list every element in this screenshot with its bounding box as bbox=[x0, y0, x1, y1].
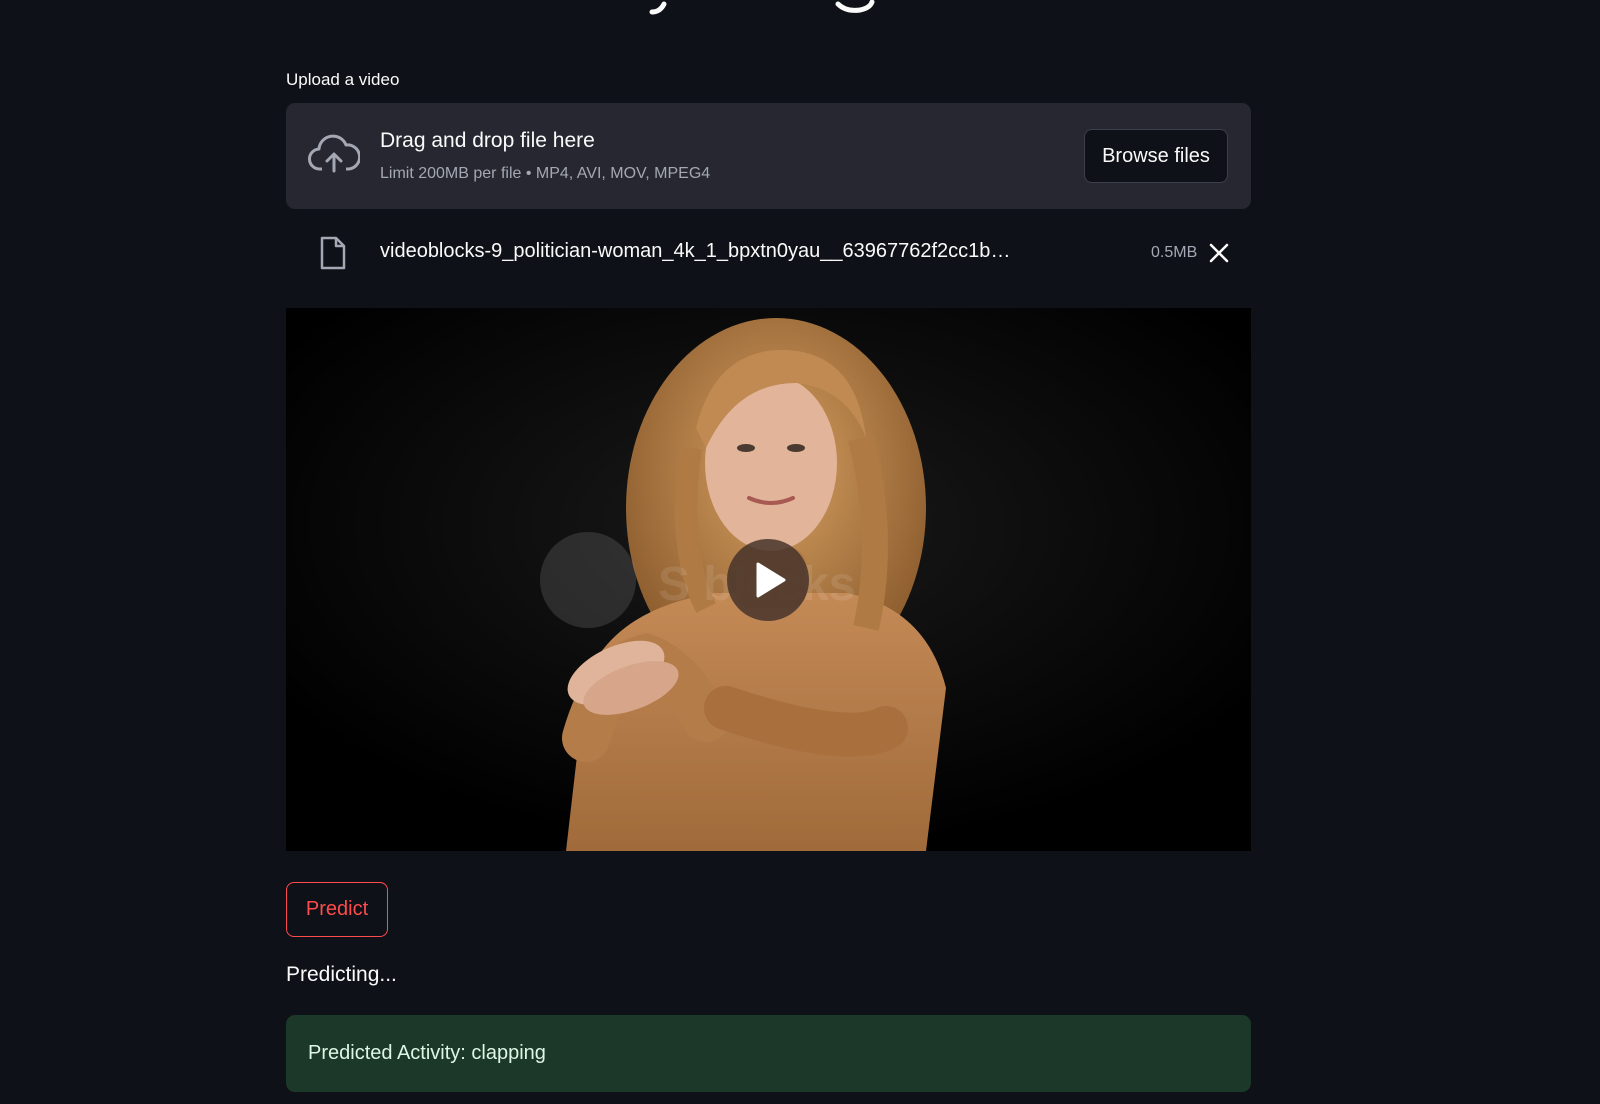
file-icon bbox=[320, 236, 346, 270]
page-title-clipped bbox=[286, 0, 1250, 40]
uploaded-file-name: videoblocks-9_politician-woman_4k_1_bpxt… bbox=[380, 240, 1020, 262]
prediction-result-text: Predicted Activity: clapping bbox=[308, 1042, 546, 1064]
upload-label: Upload a video bbox=[286, 70, 400, 89]
cloud-upload-icon bbox=[308, 133, 362, 177]
uploaded-file-row: videoblocks-9_politician-woman_4k_1_bpxt… bbox=[286, 222, 1251, 284]
prediction-status: Predicting... bbox=[286, 963, 397, 986]
dropzone-limits: Limit 200MB per file • MP4, AVI, MOV, MP… bbox=[380, 165, 711, 182]
file-dropzone[interactable]: Drag and drop file here Limit 200MB per … bbox=[286, 103, 1251, 209]
dropzone-title: Drag and drop file here bbox=[380, 129, 595, 152]
prediction-result-alert: Predicted Activity: clapping bbox=[286, 1015, 1251, 1092]
video-player[interactable]: S blocks bbox=[286, 308, 1251, 851]
browse-files-button[interactable]: Browse files bbox=[1084, 129, 1228, 183]
close-icon[interactable] bbox=[1206, 240, 1232, 266]
uploaded-file-size: 0.5MB bbox=[1151, 244, 1198, 261]
play-button[interactable] bbox=[727, 539, 809, 621]
app-page: Upload a video Drag and drop file here L… bbox=[0, 0, 1600, 1104]
predict-button[interactable]: Predict bbox=[286, 882, 388, 937]
